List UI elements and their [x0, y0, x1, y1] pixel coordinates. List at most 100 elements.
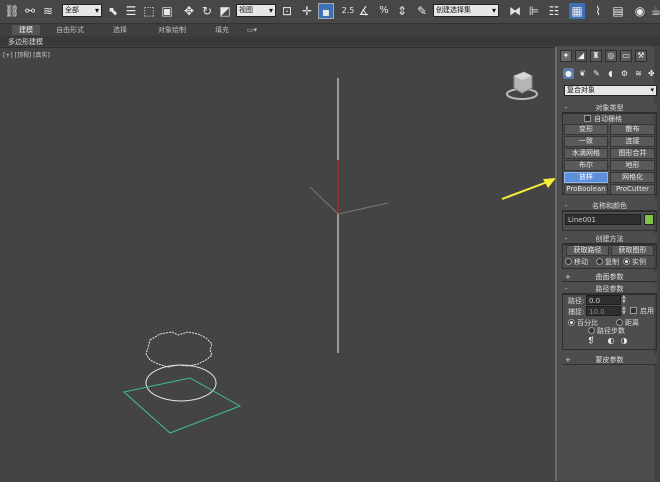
select-rotate-icon[interactable]: ↻ [199, 3, 215, 19]
curve-editor-icon[interactable]: ⌇ [590, 3, 606, 19]
boolean-button[interactable]: 布尔 [564, 160, 608, 171]
viewport-scene [122, 78, 556, 434]
tab-populate[interactable]: 填充 [208, 25, 236, 35]
tab-create[interactable]: ✦ [560, 50, 572, 62]
copy-radio[interactable] [596, 258, 603, 265]
terrain-button[interactable]: 地形 [610, 160, 655, 171]
link-icon[interactable]: ⛓ [4, 3, 20, 19]
instance-radio[interactable] [623, 258, 630, 265]
enable-checkbox[interactable] [630, 307, 637, 314]
shapes-icon[interactable]: ❦ [577, 68, 588, 79]
select-scale-icon[interactable]: ◩ [217, 3, 233, 19]
connect-button[interactable]: 连接 [610, 136, 655, 147]
procutter-button[interactable]: ProCutter [610, 184, 655, 195]
edit-named-selection-icon[interactable]: ✎ [414, 3, 430, 19]
path-spinner[interactable]: ▲ ▼ [622, 295, 627, 305]
helpers-icon[interactable]: ⚙ [619, 68, 630, 79]
path-value-input[interactable]: 0.0 [586, 295, 621, 305]
copy-label: 复制 [605, 258, 619, 266]
tab-freeform[interactable]: 自由形式 [50, 25, 90, 35]
viewport-border [555, 47, 557, 481]
tab-modify[interactable]: ◢ [575, 50, 587, 62]
move-radio[interactable] [565, 258, 572, 265]
percent-snap-icon[interactable]: % [376, 3, 392, 19]
skin-params-header[interactable]: + 蒙皮参数 [562, 355, 657, 365]
conform-button[interactable]: 一致 [564, 136, 608, 147]
get-shape-button[interactable]: 获取图形 [611, 245, 654, 256]
unlink-icon[interactable]: ⚯ [22, 3, 38, 19]
named-selection-dropdown[interactable]: 创建选择集 [433, 4, 499, 17]
autogrid-checkbox[interactable] [584, 115, 591, 122]
angle-snap-icon[interactable]: ∡ [356, 3, 372, 19]
proboolean-button[interactable]: ProBoolean [564, 184, 608, 195]
cameras-icon[interactable]: ◖ [605, 68, 616, 79]
select-manipulate-icon[interactable]: ✛ [299, 3, 315, 19]
morph-button[interactable]: 变形 [564, 124, 608, 135]
geometry-icon[interactable]: ● [563, 68, 574, 79]
pick-shape-icon[interactable]: ❡ [586, 336, 596, 346]
tab-hierarchy[interactable]: ♜ [590, 50, 602, 62]
snap-spinner[interactable]: ▲ ▼ [622, 306, 627, 316]
shapemerge-button[interactable]: 图形合并 [610, 148, 655, 159]
next-shape-icon[interactable]: ◑ [619, 336, 629, 346]
schematic-view-icon[interactable]: ▤ [610, 3, 626, 19]
perspective-viewport[interactable]: [+] [顶视] [真实] [0, 47, 556, 481]
path-label: 路径: [568, 297, 585, 305]
spacewarps-icon[interactable]: ≋ [633, 68, 644, 79]
snap-value-input[interactable]: 10.0 [586, 306, 621, 316]
tab-modeling[interactable]: 建模 [12, 25, 40, 35]
main-toolbar: ⛓ ⚯ ≋ 全部 ⬉ ☰ ⬚ ▣ ✥ ↻ ◩ 视图 ⊡ ✛ ▪ 2.5 ∡ % … [0, 0, 660, 24]
gizmo-y-axis [337, 202, 389, 215]
rect-selection-icon[interactable]: ⬚ [141, 3, 157, 19]
snap-label: 捕捉: [568, 308, 585, 316]
select-by-name-icon[interactable]: ☰ [123, 3, 139, 19]
prev-shape-icon[interactable]: ◐ [606, 336, 616, 346]
reference-coordinate-dropdown[interactable]: 视图 [236, 4, 276, 17]
material-editor-icon[interactable]: ◉ [632, 3, 648, 19]
distance-label: 距离 [625, 319, 639, 327]
category-dropdown[interactable]: 复合对象 [564, 85, 657, 96]
polygon-modeling-label[interactable]: 多边形建模 [8, 37, 43, 47]
path-params-header[interactable]: - 路径参数 [562, 284, 657, 294]
object-color-swatch[interactable] [644, 214, 654, 225]
path-steps-label: 路径步数 [597, 327, 625, 335]
tab-object-paint[interactable]: 对象绘制 [150, 25, 194, 35]
surface-params-header[interactable]: + 曲面参数 [562, 272, 657, 282]
get-path-button[interactable]: 获取路径 [566, 245, 609, 256]
graphite-tools-icon[interactable]: ▦ [569, 3, 585, 19]
snaps-toggle-icon[interactable]: 2.5 [340, 3, 356, 19]
creation-method-header[interactable]: - 创建方法 [562, 234, 657, 244]
lights-icon[interactable]: ✎ [591, 68, 602, 79]
mesher-button[interactable]: 网格化 [610, 172, 655, 183]
path-steps-radio[interactable] [588, 327, 595, 334]
annotation-arrow [501, 180, 551, 200]
bind-spacewarp-icon[interactable]: ≋ [40, 3, 56, 19]
spinner-snap-icon[interactable]: ⇕ [394, 3, 410, 19]
loft-button[interactable]: 放样 [564, 172, 608, 183]
render-setup-icon[interactable]: ☕ [648, 3, 660, 19]
name-color-header[interactable]: - 名称和颜色 [562, 201, 657, 211]
enable-label: 启用 [640, 307, 654, 315]
object-name-input[interactable]: Line001 [565, 214, 641, 225]
percentage-label: 百分比 [577, 319, 598, 327]
scatter-button[interactable]: 散布 [610, 124, 655, 135]
layer-manager-icon[interactable]: ☷ [546, 3, 562, 19]
blobmesh-button[interactable]: 水滴网格 [564, 148, 608, 159]
percentage-radio[interactable] [568, 319, 575, 326]
window-crossing-icon[interactable]: ▣ [159, 3, 175, 19]
select-object-icon[interactable]: ⬉ [105, 3, 121, 19]
pivot-center-icon[interactable]: ⊡ [279, 3, 295, 19]
select-move-icon[interactable]: ✥ [181, 3, 197, 19]
viewcube-icon[interactable] [504, 66, 540, 102]
tab-motion[interactable]: ◎ [605, 50, 617, 62]
keyboard-shortcut-override-icon[interactable]: ▪ [318, 3, 334, 19]
distance-radio[interactable] [616, 319, 623, 326]
tab-utilities[interactable]: ⚒ [635, 50, 647, 62]
ribbon-options-icon[interactable]: ▭▾ [244, 25, 260, 35]
align-icon[interactable]: ⊫ [526, 3, 542, 19]
mirror-icon[interactable]: ⧓ [507, 3, 523, 19]
tab-display[interactable]: ▭ [620, 50, 632, 62]
selection-filter-dropdown[interactable]: 全部 [62, 4, 102, 17]
tab-selection[interactable]: 选择 [105, 25, 135, 35]
object-type-header[interactable]: - 对象类型 [562, 103, 657, 113]
